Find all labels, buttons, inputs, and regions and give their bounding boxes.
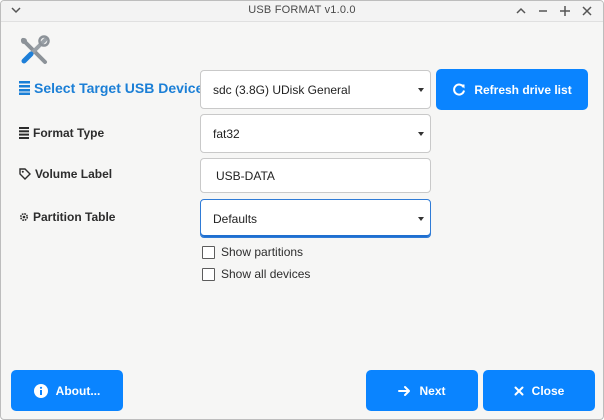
format-type-select[interactable]: fat32: [200, 114, 431, 153]
select-device-label-text: Select Target USB Device: [34, 80, 204, 96]
refresh-icon: [453, 83, 466, 96]
format-type-value: fat32: [213, 126, 240, 141]
app-window: USB FORMAT v1.0.0 Select Target USB Devi…: [0, 0, 604, 420]
dropdown-arrow-icon: [418, 87, 424, 92]
list-icon: [19, 81, 30, 95]
volume-label-input[interactable]: USB-DATA: [200, 158, 431, 193]
window-controls: [513, 3, 595, 19]
show-partitions-checkbox[interactable]: Show partitions: [202, 245, 303, 259]
refresh-button-label: Refresh drive list: [474, 82, 572, 97]
arrow-right-icon: [398, 385, 411, 396]
format-type-label: Format Type: [19, 126, 104, 140]
about-button[interactable]: About...: [11, 370, 123, 411]
show-all-devices-label: Show all devices: [221, 267, 311, 281]
volume-label-label-text: Volume Label: [35, 167, 113, 181]
checkbox-box[interactable]: [202, 245, 215, 259]
refresh-drive-list-button[interactable]: Refresh drive list: [436, 69, 588, 110]
minimize-icon[interactable]: [535, 3, 551, 19]
checkbox-box[interactable]: [202, 267, 215, 281]
device-select[interactable]: sdc (3.8G) UDisk General: [200, 70, 431, 109]
maximize-icon[interactable]: [557, 3, 573, 19]
tools-icon: [21, 35, 50, 64]
next-button-label: Next: [419, 383, 446, 398]
partition-table-label: Partition Table: [19, 210, 115, 224]
show-partitions-label: Show partitions: [221, 245, 304, 259]
close-icon[interactable]: [579, 3, 595, 19]
close-button[interactable]: Close: [483, 370, 595, 411]
volume-label-value: USB-DATA: [216, 168, 275, 183]
up-arrow-icon[interactable]: [513, 3, 529, 19]
device-select-value: sdc (3.8G) UDisk General: [213, 82, 351, 97]
partition-table-label-text: Partition Table: [33, 210, 116, 224]
close-button-label: Close: [531, 383, 565, 398]
volume-label-label: Volume Label: [19, 167, 112, 181]
select-device-label: Select Target USB Device: [19, 80, 203, 96]
dropdown-arrow-icon: [418, 131, 424, 136]
list-icon: [19, 127, 29, 139]
titlebar: USB FORMAT v1.0.0: [1, 1, 603, 22]
dropdown-arrow-icon: [418, 216, 424, 221]
gear-icon: [19, 212, 29, 222]
partition-table-value: Defaults: [213, 211, 258, 226]
next-button[interactable]: Next: [366, 370, 478, 411]
tag-icon: [19, 168, 31, 180]
info-icon: [33, 383, 48, 398]
close-x-icon: [514, 386, 524, 395]
about-button-label: About...: [55, 383, 101, 398]
format-type-label-text: Format Type: [33, 126, 105, 140]
partition-table-select[interactable]: Defaults: [200, 199, 431, 238]
show-all-devices-checkbox[interactable]: Show all devices: [202, 267, 310, 281]
